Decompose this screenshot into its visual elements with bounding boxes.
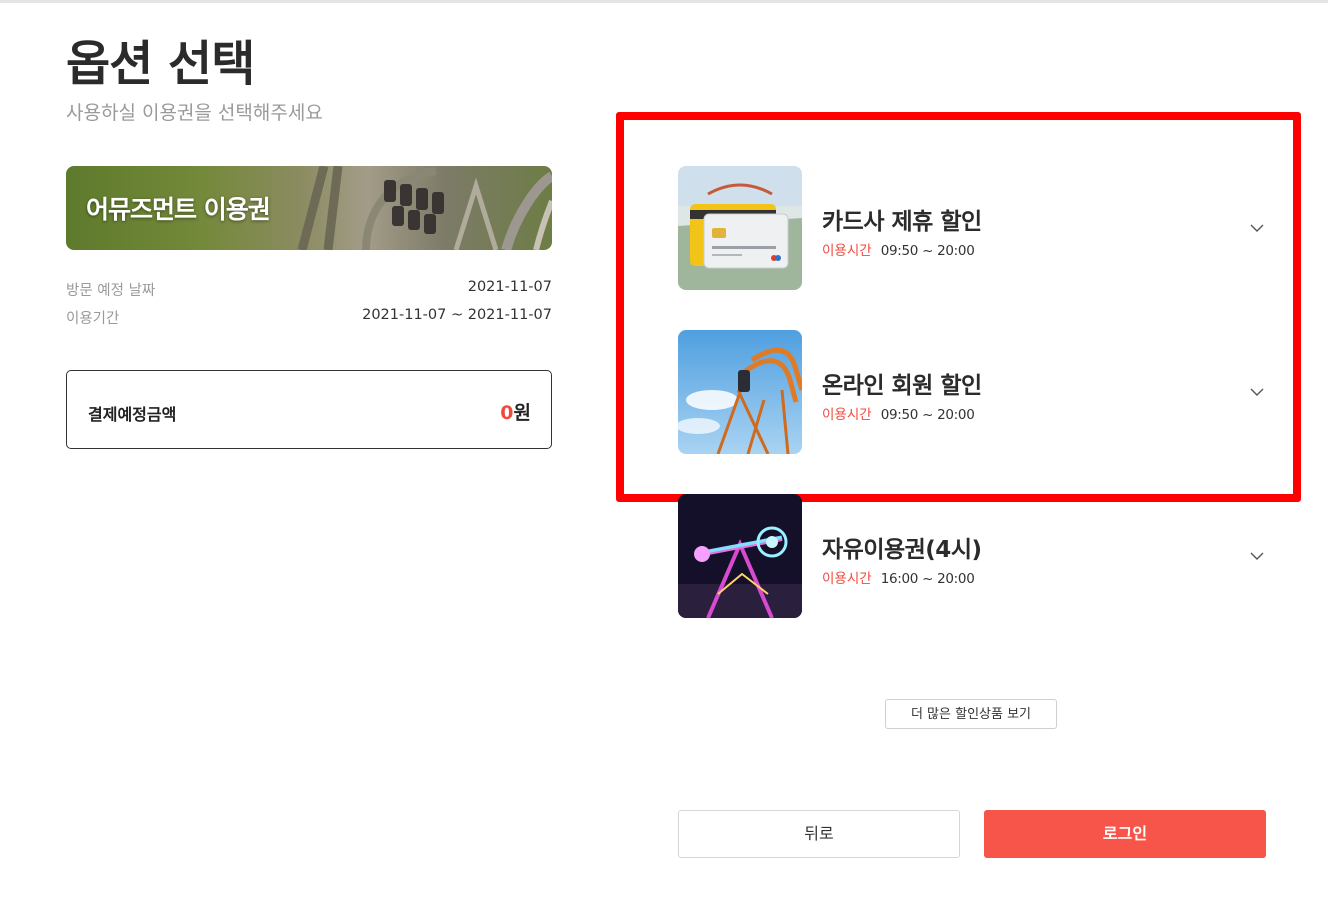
option-time: 이용시간 09:50 ~ 20:00: [822, 239, 975, 259]
option-time-value: 16:00 ~ 20:00: [880, 571, 975, 587]
option-title: 온라인 회원 할인: [822, 373, 982, 399]
visit-date-row: 방문 예정 날짜 2021-11-07: [66, 279, 552, 303]
option-time: 이용시간 09:50 ~ 20:00: [822, 403, 975, 423]
ticket-name: 어뮤즈먼트 이용권: [86, 195, 271, 224]
option-title: 카드사 제휴 할인: [822, 209, 982, 235]
option-time-value: 09:50 ~ 20:00: [880, 407, 975, 423]
payment-amount: 0원: [500, 398, 531, 425]
page-title: 옵션 선택: [66, 36, 255, 92]
usage-period-row: 이용기간 2021-11-07 ~ 2021-11-07: [66, 307, 552, 331]
option-time-label: 이용시간: [822, 407, 872, 423]
chevron-down-icon[interactable]: [1248, 221, 1266, 235]
back-button[interactable]: 뒤로: [678, 810, 960, 858]
login-button[interactable]: 로그인: [984, 810, 1266, 858]
visit-date-value: 2021-11-07: [467, 279, 552, 295]
payment-amount-unit: 원: [513, 402, 531, 424]
top-divider: [0, 0, 1328, 3]
card-discount-thumbnail: [678, 166, 802, 290]
chevron-down-icon[interactable]: [1248, 385, 1266, 399]
free-pass-thumbnail: [678, 494, 802, 618]
payment-amount-value: 0: [500, 402, 514, 424]
payment-label: 결제예정금액: [88, 405, 177, 424]
usage-period-label: 이용기간: [66, 311, 120, 327]
ticket-banner: 어뮤즈먼트 이용권: [66, 166, 552, 250]
online-discount-thumbnail: [678, 330, 802, 454]
chevron-down-icon[interactable]: [1248, 549, 1266, 563]
more-discounts-button[interactable]: 더 많은 할인상품 보기: [885, 699, 1057, 729]
option-card-discount[interactable]: 카드사 제휴 할인 이용시간 09:50 ~ 20:00: [678, 166, 1274, 290]
option-time-label: 이용시간: [822, 571, 872, 587]
option-free-pass-4pm[interactable]: 자유이용권(4시) 이용시간 16:00 ~ 20:00: [678, 494, 1274, 618]
page-subtitle: 사용하실 이용권을 선택해주세요: [66, 102, 323, 124]
option-online-member-discount[interactable]: 온라인 회원 할인 이용시간 09:50 ~ 20:00: [678, 330, 1274, 454]
option-title: 자유이용권(4시): [822, 537, 982, 563]
payment-summary-box: 결제예정금액 0원: [66, 370, 552, 449]
usage-period-value: 2021-11-07 ~ 2021-11-07: [362, 307, 552, 323]
option-time-value: 09:50 ~ 20:00: [880, 243, 975, 259]
visit-date-label: 방문 예정 날짜: [66, 283, 156, 299]
option-time: 이용시간 16:00 ~ 20:00: [822, 567, 975, 587]
option-time-label: 이용시간: [822, 243, 872, 259]
